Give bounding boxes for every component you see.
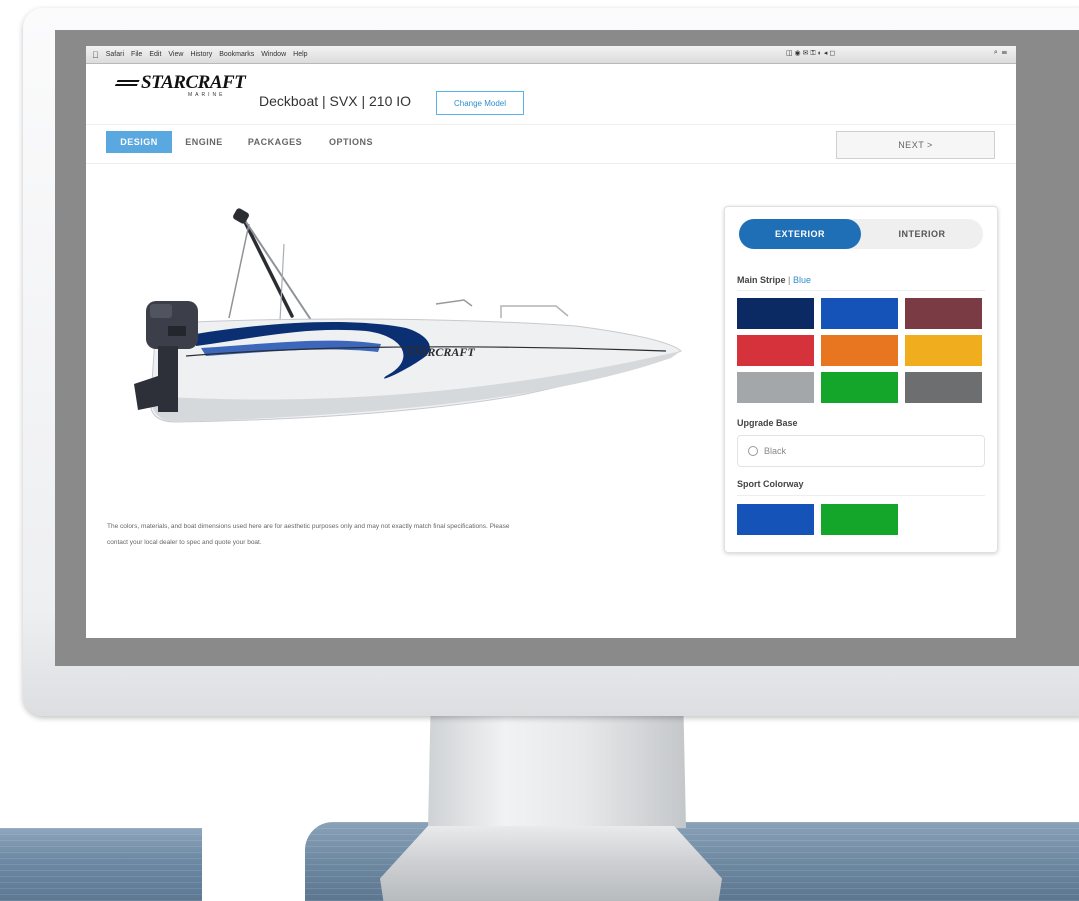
stripe-swatch-gray[interactable]	[905, 372, 982, 403]
colorway-swatch-green[interactable]	[821, 504, 898, 535]
sport-colorway-label: Sport Colorway	[737, 479, 804, 489]
monitor-stand-neck	[428, 708, 686, 828]
menu-view[interactable]: View	[168, 51, 183, 58]
upgrade-base-option[interactable]: Black	[737, 435, 985, 467]
mac-menubar:  Safari File Edit View History Bookmark…	[86, 46, 1016, 64]
starcraft-logo[interactable]: STARCRAFT MARINE	[114, 72, 246, 98]
stripe-swatch-yellow[interactable]	[905, 335, 982, 366]
stripe-swatch-blue[interactable]	[821, 298, 898, 329]
change-model-button[interactable]: Change Model	[436, 91, 524, 115]
hull-logo-text: STARCRAFT	[406, 345, 475, 359]
boat-image: STARCRAFT	[134, 208, 682, 423]
next-button[interactable]: NEXT >	[836, 131, 995, 159]
screen:  Safari File Edit View History Bookmark…	[86, 46, 1016, 638]
disclaimer-text: The colors, materials, and boat dimensio…	[107, 523, 510, 546]
menu-help[interactable]: Help	[293, 51, 307, 58]
stripe-swatch-navy[interactable]	[737, 298, 814, 329]
monitor-stand-base	[380, 826, 722, 901]
interior-toggle[interactable]: INTERIOR	[861, 219, 983, 249]
view-toggle: EXTERIOR INTERIOR	[739, 219, 983, 249]
stripe-swatch-silver[interactable]	[737, 372, 814, 403]
logo-subtext: MARINE	[188, 92, 226, 98]
tab-packages[interactable]: PACKAGES	[242, 131, 308, 153]
model-title: Deckboat | SVX | 210 IO	[259, 93, 412, 109]
main-stripe-selected: Blue	[793, 275, 812, 285]
exterior-toggle[interactable]: EXTERIOR	[739, 219, 861, 249]
upgrade-base-label: Upgrade Base	[737, 418, 798, 428]
menu-edit[interactable]: Edit	[149, 51, 161, 58]
apple-icon[interactable]: 	[92, 50, 99, 60]
radio-icon[interactable]	[748, 446, 758, 456]
stripe-swatch-maroon[interactable]	[905, 298, 982, 329]
colorway-swatch-blue[interactable]	[737, 504, 814, 535]
upgrade-base-option-label: Black	[764, 446, 787, 456]
stripe-swatch-red[interactable]	[737, 335, 814, 366]
stripe-swatch-orange[interactable]	[821, 335, 898, 366]
menu-window[interactable]: Window	[261, 51, 286, 58]
status-icons: ◫ ◉ ✉ ⚿ ◐ ◂ ◻	[786, 50, 836, 57]
menu-history[interactable]: History	[190, 51, 212, 58]
tab-design[interactable]: DESIGN	[106, 131, 172, 153]
spotlight-icon[interactable]: ⌕ ☰	[994, 49, 1008, 57]
stripe-swatch-green[interactable]	[821, 372, 898, 403]
logo-stripes	[114, 80, 140, 88]
logo-text: STARCRAFT	[141, 72, 246, 93]
menu-safari[interactable]: Safari	[106, 51, 124, 58]
tab-options[interactable]: OPTIONS	[320, 131, 382, 153]
main-stripe-label: Main Stripe | Blue	[737, 275, 812, 285]
menu-file[interactable]: File	[131, 51, 142, 58]
menu-bookmarks[interactable]: Bookmarks	[219, 51, 254, 58]
water-background-left	[0, 828, 202, 901]
config-panel: EXTERIOR INTERIOR Main Stripe | Blue Upg…	[724, 206, 998, 553]
tab-engine[interactable]: ENGINE	[178, 131, 230, 153]
